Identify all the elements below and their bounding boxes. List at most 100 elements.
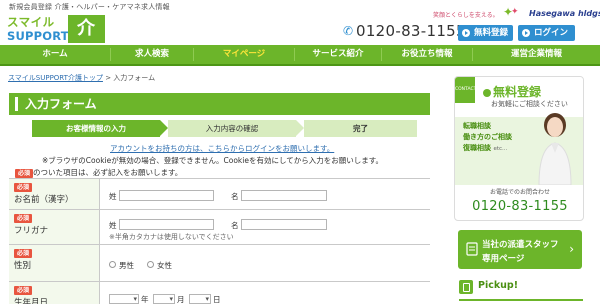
- progress-steps: お客様情報の入力 入力内容の確認 完了: [32, 120, 417, 137]
- free-register-button[interactable]: 無料登録: [458, 25, 513, 41]
- nav-item-company[interactable]: 運営企業情報: [473, 45, 600, 64]
- gender-label: 性別: [14, 261, 32, 271]
- gender-male-label: 男性: [119, 261, 134, 270]
- birth-year-select[interactable]: [109, 294, 139, 304]
- header-tagline: 新規会員登録 介護・ヘルパー・ケアマネ求人情報: [9, 3, 170, 11]
- form-row-kana: 必須 フリガナ 姓 名 ※半角カタカナは使用しないでください: [9, 210, 430, 245]
- last-kana-input[interactable]: [119, 219, 214, 230]
- form-label-cell: 必須 お名前（漢字）: [9, 179, 100, 209]
- brand-slogan: 笑顔とくらしを支える。: [433, 12, 499, 19]
- banner-free-register-sub: お気軽にご相談ください: [491, 100, 568, 108]
- banner-free-register-title: 無料登録: [483, 83, 541, 100]
- banner-phone-sub: お電話でのお問合わせ: [489, 189, 550, 196]
- kana-label: フリガナ: [14, 226, 49, 236]
- first-kana-input[interactable]: [241, 219, 327, 230]
- login-button[interactable]: ログイン: [518, 25, 575, 41]
- birthdate-label: 生年月日: [14, 298, 49, 304]
- site-logo[interactable]: スマイル SUPPORT 介護: [7, 14, 105, 67]
- breadcrumb-home-link[interactable]: スマイルSUPPORT介護トップ: [8, 74, 103, 82]
- birth-month-select[interactable]: [153, 294, 175, 304]
- required-badge: 必須: [14, 286, 33, 295]
- required-badge: 必須: [14, 214, 33, 223]
- header-phone-number[interactable]: 0120-83-1155: [356, 22, 466, 40]
- logo-text-smile: スマイル: [7, 15, 55, 29]
- page-title: 入力フォーム: [25, 97, 97, 111]
- gender-female-radio[interactable]: [147, 261, 154, 268]
- pickup-heading: Pickup!: [478, 280, 519, 291]
- nav-item-services[interactable]: サービス紹介: [295, 45, 381, 64]
- consultation-item-text: 復職相談: [463, 144, 491, 152]
- first-name-label: 名: [231, 192, 239, 201]
- consultation-item: 働き方のご相談: [463, 133, 512, 141]
- page-title-bar: 入力フォーム: [9, 93, 430, 115]
- staff-page-label-line1: 当社の派遣スタッフ: [482, 240, 559, 250]
- logo-text-kaigo: 介護: [68, 15, 105, 67]
- breadcrumb: スマイルSUPPORT介護トップ > 入力フォーム: [8, 73, 155, 83]
- pickup-icon: [459, 280, 473, 294]
- staff-page-button[interactable]: 当社の派遣スタッフ 専用ページ ›: [458, 230, 582, 269]
- nav-item-job-search[interactable]: 求人検索: [111, 45, 193, 64]
- nav-item-home[interactable]: ホーム: [0, 45, 110, 64]
- registration-form: 必須 お名前（漢字） 姓 名 必須 フリガナ 姓 名 ※半角カタカナは使用しない…: [9, 178, 430, 304]
- birth-year-label: 年: [141, 295, 149, 304]
- arrow-circle-icon: [522, 29, 530, 37]
- birth-day-select[interactable]: [189, 294, 211, 304]
- arrow-circle-icon: [483, 88, 491, 97]
- contact-tab: CONTACT: [455, 77, 476, 103]
- required-badge: 必須: [14, 249, 33, 258]
- step-input: お客様情報の入力: [32, 120, 168, 137]
- operator-woman-image: [538, 113, 572, 185]
- first-name-input[interactable]: [241, 190, 327, 201]
- step-confirm: 入力内容の確認: [168, 120, 304, 137]
- birth-day-label: 日: [213, 295, 221, 304]
- logo-text-support: SUPPORT: [7, 29, 69, 43]
- breadcrumb-current: 入力フォーム: [113, 74, 156, 82]
- arrow-circle-icon: [462, 29, 470, 37]
- nav-item-mypage[interactable]: マイページ: [194, 45, 294, 64]
- form-row-gender: 必須 性別 男性 女性: [9, 245, 430, 282]
- title-accent-bar: [15, 97, 18, 111]
- consultation-item: 転職相談: [463, 122, 491, 130]
- consultation-item: 復職相談 etc...: [463, 143, 512, 155]
- star-small-icon: ✦: [511, 7, 519, 17]
- staff-page-label-line2: 専用ページ: [482, 254, 525, 264]
- consultation-etc: etc...: [493, 146, 508, 152]
- step-complete: 完了: [304, 120, 417, 137]
- first-kana-label: 名: [231, 221, 239, 230]
- pickup-underline: [459, 299, 583, 301]
- birth-month-label: 月: [177, 295, 185, 304]
- banner-phone-number[interactable]: 0120-83-1155: [455, 199, 583, 214]
- gender-male-radio[interactable]: [109, 261, 116, 268]
- banner-free-register-text: 無料登録: [493, 85, 542, 99]
- required-note-text: のついた項目は、必ず記入をお願いします。: [33, 168, 183, 177]
- required-note: 必須 のついた項目は、必ず記入をお願いします。: [15, 167, 182, 178]
- account-login-link[interactable]: アカウントをお持ちの方は、こちらからログインをお願いします。: [110, 143, 334, 154]
- cookie-note: ※ブラウザのCookieが無効の場合、登録できません。Cookieを有効にしてか…: [42, 156, 383, 165]
- required-badge: 必須: [15, 168, 34, 178]
- last-kana-label: 姓: [109, 221, 117, 230]
- form-row-birthdate: 必須 生年月日 年 月 日: [9, 282, 430, 304]
- last-name-label: 姓: [109, 192, 117, 201]
- form-row-name: 必須 お名前（漢字） 姓 名: [9, 179, 430, 210]
- banner-consultation: 転職相談 働き方のご相談 復職相談 etc...: [455, 113, 583, 185]
- contact-banner[interactable]: CONTACT 無料登録 お気軽にご相談ください 転職相談 働き方のご相談 復職…: [454, 76, 584, 221]
- hasegawa-brand-logo[interactable]: 笑顔とくらしを支える。 ✦ ✦ Hasegawa hldgs.: [433, 5, 600, 21]
- breadcrumb-separator: >: [105, 74, 112, 82]
- form-label-cell: 必須 性別: [9, 245, 100, 281]
- required-badge: 必須: [14, 183, 33, 192]
- phone-icon: ✆: [343, 24, 354, 38]
- brand-name: Hasegawa hldgs.: [529, 9, 600, 18]
- consultation-list: 転職相談 働き方のご相談 復職相談 etc...: [463, 121, 512, 155]
- last-name-input[interactable]: [119, 190, 214, 201]
- name-label: お名前（漢字）: [14, 195, 74, 205]
- nav-item-useful-info[interactable]: お役立ち情報: [382, 45, 472, 64]
- global-nav: ホーム 求人検索 マイページ サービス紹介 お役立ち情報 運営企業情報: [0, 45, 600, 66]
- form-label-cell: 必須 生年月日: [9, 282, 100, 304]
- free-register-label: 無料登録: [474, 28, 509, 38]
- form-label-cell: 必須 フリガナ: [9, 210, 100, 244]
- chevron-right-icon: ›: [569, 242, 574, 256]
- gender-female-label: 女性: [157, 261, 172, 270]
- pickup-section: Pickup!: [459, 279, 583, 304]
- document-icon: [466, 242, 478, 256]
- kana-hint: ※半角カタカナは使用しないでください: [109, 233, 234, 241]
